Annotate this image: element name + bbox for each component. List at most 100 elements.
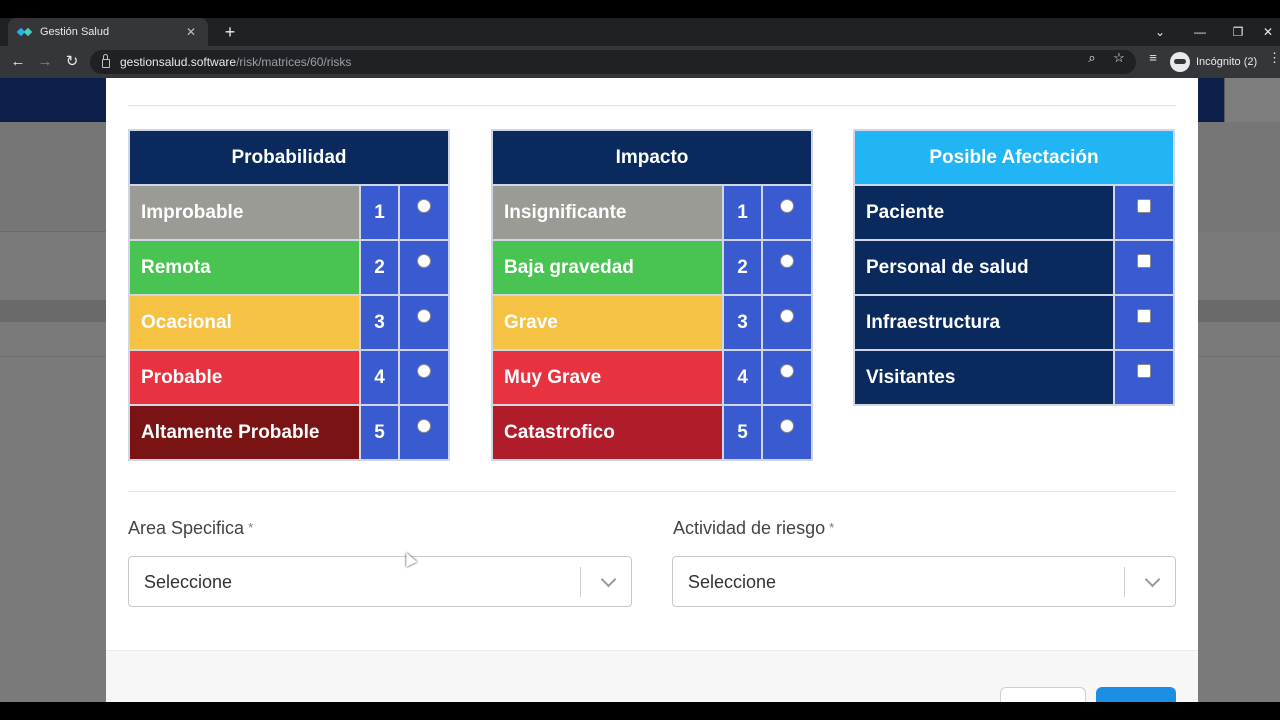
chevron-down-icon[interactable] (600, 571, 617, 588)
afectacion-checkbox[interactable] (1137, 254, 1151, 269)
impacto-label: Muy Grave (493, 351, 722, 404)
chevron-down-icon[interactable] (1144, 571, 1161, 588)
browser-tabstrip: Gestión Salud ✕ + ⌄ — ❐ ✕ (0, 18, 1280, 46)
probabilidad-table: Probabilidad Improbable 1 Remota 2 Ocaci… (128, 129, 450, 461)
impacto-label: Baja gravedad (493, 241, 722, 294)
probabilidad-radio[interactable] (417, 199, 431, 214)
probabilidad-radio[interactable] (417, 364, 431, 379)
table-row: Probable 4 (130, 351, 448, 404)
actividad-label: Actividad de riesgo * (673, 518, 834, 539)
bookmark-star-icon[interactable]: ☆ (1110, 50, 1128, 66)
probabilidad-value: 4 (361, 351, 398, 404)
select-separator (580, 567, 581, 597)
impacto-radio[interactable] (780, 364, 794, 379)
media-control-icon[interactable]: ≡ (1144, 50, 1162, 65)
table-row: Personal de salud (855, 241, 1173, 294)
impacto-radio[interactable] (780, 254, 794, 269)
new-tab-button[interactable]: + (220, 21, 240, 43)
impacto-header: Impacto (493, 131, 811, 184)
probabilidad-label: Ocacional (130, 296, 359, 349)
required-mark: * (829, 520, 835, 535)
table-row: Ocacional 3 (130, 296, 448, 349)
profile-button[interactable]: Incógnito (2) (1170, 50, 1257, 74)
cancel-button[interactable] (1000, 687, 1086, 702)
url-text: gestionsalud.software/risk/matrices/60/r… (120, 55, 351, 69)
afectacion-label: Visitantes (855, 351, 1113, 404)
probabilidad-value: 5 (361, 406, 398, 459)
lock-icon (102, 54, 110, 68)
probabilidad-radio[interactable] (417, 254, 431, 269)
impacto-radio[interactable] (780, 419, 794, 434)
window-close-icon[interactable]: ✕ (1256, 18, 1280, 46)
page-viewport: Probabilidad Improbable 1 Remota 2 Ocaci… (0, 78, 1280, 702)
impacto-value: 2 (724, 241, 761, 294)
impacto-radio[interactable] (780, 199, 794, 214)
tab-title: Gestión Salud (40, 26, 110, 38)
probabilidad-value: 2 (361, 241, 398, 294)
probabilidad-value: 1 (361, 186, 398, 239)
probabilidad-radio[interactable] (417, 419, 431, 434)
probabilidad-value: 3 (361, 296, 398, 349)
forward-icon[interactable]: → (33, 50, 57, 74)
modal-footer (106, 650, 1198, 702)
area-label: Area Specifica * (128, 518, 253, 539)
browser-toolbar: ← → ↻ gestionsalud.software/risk/matrice… (0, 46, 1280, 78)
table-row: Paciente (855, 186, 1173, 239)
area-select[interactable]: Seleccione (128, 556, 632, 607)
probabilidad-label: Probable (130, 351, 359, 404)
afectacion-label: Paciente (855, 186, 1113, 239)
browser-tab[interactable]: Gestión Salud ✕ (8, 18, 208, 46)
select-separator (1124, 567, 1125, 597)
save-button[interactable] (1096, 687, 1176, 702)
url-host: gestionsalud.software (120, 55, 237, 69)
table-row: Infraestructura (855, 296, 1173, 349)
table-row: Grave 3 (493, 296, 811, 349)
incognito-icon (1170, 52, 1190, 72)
table-row: Catastrofico 5 (493, 406, 811, 459)
address-bar[interactable]: gestionsalud.software/risk/matrices/60/r… (90, 50, 1136, 74)
impacto-label: Insignificante (493, 186, 722, 239)
impacto-value: 4 (724, 351, 761, 404)
impacto-value: 5 (724, 406, 761, 459)
probabilidad-header: Probabilidad (130, 131, 448, 184)
table-row: Baja gravedad 2 (493, 241, 811, 294)
impacto-radio[interactable] (780, 309, 794, 324)
probabilidad-radio[interactable] (417, 309, 431, 324)
zoom-icon[interactable]: ⌕ (1083, 50, 1101, 66)
impacto-value: 3 (724, 296, 761, 349)
site-favicon-icon (18, 27, 32, 37)
afectacion-label: Infraestructura (855, 296, 1113, 349)
area-label-text: Area Specifica (128, 518, 245, 538)
modal-divider-top (128, 105, 1176, 106)
actividad-label-text: Actividad de riesgo (673, 518, 826, 538)
afectacion-checkbox[interactable] (1137, 309, 1151, 324)
table-row: Remota 2 (130, 241, 448, 294)
afectacion-header: Posible Afectación (855, 131, 1173, 184)
tab-close-icon[interactable]: ✕ (184, 25, 198, 39)
profile-label: Incógnito (2) (1196, 56, 1258, 68)
required-mark: * (248, 520, 254, 535)
afectacion-checkbox[interactable] (1137, 199, 1151, 214)
reload-icon[interactable]: ↻ (60, 50, 84, 74)
url-path: /risk/matrices/60/risks (236, 55, 352, 69)
table-row: Altamente Probable 5 (130, 406, 448, 459)
afectacion-checkbox[interactable] (1137, 364, 1151, 379)
backdrop-divider (0, 231, 106, 232)
probabilidad-label: Altamente Probable (130, 406, 359, 459)
back-icon[interactable]: ← (6, 50, 30, 74)
tab-search-chevron-icon[interactable]: ⌄ (1140, 18, 1180, 46)
risk-modal: Probabilidad Improbable 1 Remota 2 Ocaci… (106, 78, 1198, 702)
probabilidad-label: Improbable (130, 186, 359, 239)
table-row: Muy Grave 4 (493, 351, 811, 404)
actividad-select[interactable]: Seleccione (672, 556, 1176, 607)
probabilidad-label: Remota (130, 241, 359, 294)
modal-divider-mid (128, 491, 1176, 492)
header-box-backdrop (1224, 78, 1280, 122)
minimize-icon[interactable]: — (1180, 18, 1220, 46)
area-select-value: Seleccione (144, 572, 233, 592)
table-row: Insignificante 1 (493, 186, 811, 239)
browser-menu-icon[interactable]: ⋮ (1268, 50, 1280, 66)
actividad-select-value: Seleccione (688, 572, 777, 592)
afectacion-label: Personal de salud (855, 241, 1113, 294)
restore-icon[interactable]: ❐ (1218, 18, 1258, 46)
